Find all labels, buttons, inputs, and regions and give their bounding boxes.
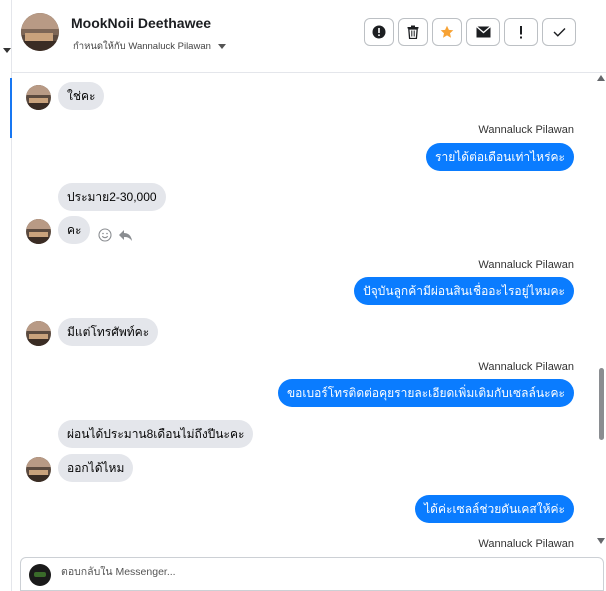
incoming-message[interactable]: ใช่คะ (58, 82, 105, 110)
sender-name: Wannaluck Pilawan (478, 124, 574, 136)
envelope-icon (475, 26, 491, 38)
outgoing-message[interactable]: ได้ค่ะเซลล์ช่วยดันเคสให้ค่ะ (415, 495, 574, 523)
thread-scrollbar[interactable] (596, 73, 606, 551)
conversation-header: MookNoii Deethawee กำหนดให้กับ Wannaluck… (12, 0, 606, 73)
outgoing-message[interactable]: ขอเบอร์โทรติดต่อคุยรายละเอียดเพิ่มเติมกั… (277, 379, 574, 407)
assignee-dropdown[interactable]: กำหนดให้กับ Wannaluck Pilawan (73, 39, 226, 54)
mark-unread-button[interactable] (466, 18, 500, 46)
scrollbar-thumb[interactable] (599, 368, 604, 440)
star-icon (440, 25, 454, 38)
sender-name: Wannaluck Pilawan (478, 361, 574, 373)
outgoing-message[interactable]: รายได้ต่อเดือนเท่าไหร่คะ (426, 143, 574, 171)
incoming-message[interactable]: ออกได้ไหม (58, 454, 134, 482)
header-actions (364, 18, 576, 46)
avatar (26, 219, 51, 244)
chevron-down-icon (217, 44, 226, 49)
check-icon (553, 28, 565, 37)
assignee-label: กำหนดให้กับ Wannaluck Pilawan (73, 41, 211, 52)
exclamation-circle-icon (372, 25, 386, 39)
outgoing-message[interactable]: ปัจุบันลูกค้ามีผ่อนสินเชื่ออะไรอยู่ไหมคะ (354, 277, 574, 305)
collapse-caret-icon[interactable] (3, 48, 11, 53)
smiley-icon[interactable] (98, 228, 112, 242)
scroll-down-arrow-icon[interactable] (597, 538, 605, 544)
message-thread[interactable]: ใช่คะ Wannaluck Pilawan รายได้ต่อเดือนเท… (12, 73, 594, 551)
reply-composer (20, 557, 604, 591)
page-avatar (29, 564, 51, 586)
avatar (26, 85, 51, 110)
delete-button[interactable] (398, 18, 428, 46)
trash-icon (407, 25, 419, 39)
follow-up-button[interactable] (504, 18, 538, 46)
incoming-message[interactable]: คะ (58, 216, 91, 244)
mark-spam-button[interactable] (364, 18, 394, 46)
avatar (26, 321, 51, 346)
message-actions (98, 228, 133, 242)
left-nav-strip (0, 0, 12, 591)
incoming-message[interactable]: มีแต่โทรศัพท์คะ (58, 318, 159, 346)
reply-icon[interactable] (118, 229, 133, 242)
contact-name[interactable]: MookNoii Deethawee (71, 15, 211, 31)
avatar (26, 457, 51, 482)
exclamation-icon (520, 25, 522, 38)
sender-name: Wannaluck Pilawan (478, 259, 574, 271)
incoming-message[interactable]: ผ่อนได้ประมาน8เดือนไม่ถึงปีนะคะ (58, 420, 254, 448)
incoming-message[interactable]: ประมาย2-30,000 (58, 183, 166, 211)
reply-input[interactable] (61, 566, 461, 578)
star-button[interactable] (432, 18, 462, 46)
sender-name: Wannaluck Pilawan (478, 538, 574, 550)
contact-avatar[interactable] (21, 13, 59, 51)
mark-done-button[interactable] (542, 18, 576, 46)
scroll-up-arrow-icon[interactable] (597, 75, 605, 81)
